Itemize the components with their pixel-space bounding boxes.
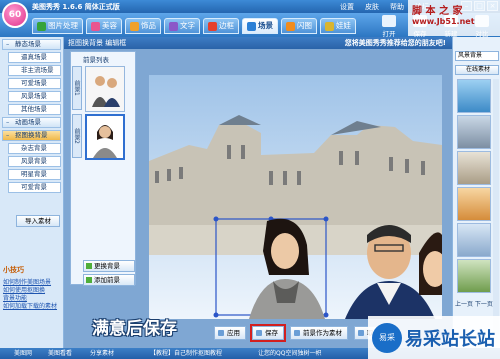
editor-header: 抠图换背景 编辑框 您将美图秀秀推荐给您的朋友吧! <box>64 37 452 49</box>
background-thumbnail[interactable] <box>457 79 491 113</box>
background-thumbnail[interactable] <box>457 115 491 149</box>
app-logo: 60 <box>2 2 28 28</box>
apply-button[interactable]: 应用 <box>214 326 246 340</box>
editor-bottom-actions: 应用 保存 前景作为素材 取消 <box>214 324 386 342</box>
menu-help[interactable]: 帮助 <box>390 2 404 12</box>
watermark-url: www.Jb51.net <box>412 17 475 26</box>
add-foreground-button[interactable]: 添加前景 <box>83 274 135 286</box>
status-link[interactable]: 美图看看 <box>48 348 72 359</box>
background-thumbnail[interactable] <box>457 187 491 221</box>
scene-icon <box>247 21 256 31</box>
feature-tabs: 图片处理 美容 饰品 文字 边框 场景 闪图 娃娃 <box>32 18 356 34</box>
tips-heading: 小技巧 <box>3 266 24 274</box>
category-animated-scene[interactable]: 动画场景 <box>2 117 61 128</box>
category-scenery-bg[interactable]: 风景背景 <box>8 156 61 167</box>
change-background-button[interactable]: 更换背景 <box>83 260 135 272</box>
category-magazine-bg[interactable]: 杂志背景 <box>8 143 61 154</box>
foreground-list-panel: 前景列表 前景1 前景2 更换背景 添加前景 <box>70 51 136 286</box>
category-cute-bg[interactable]: 可爱背景 <box>8 182 61 193</box>
foreground-thumbnail-2[interactable] <box>85 114 125 160</box>
menu-skin[interactable]: 皮肤 <box>365 2 379 12</box>
category-realistic[interactable]: 逼真场景 <box>8 52 61 63</box>
background-category-select[interactable]: 风景背景 <box>455 51 499 61</box>
tab-frame[interactable]: 边框 <box>203 18 239 34</box>
category-star-bg[interactable]: 明星背景 <box>8 169 61 180</box>
category-nonmainstream[interactable]: 非主流场景 <box>8 65 61 76</box>
watermark-jb51: 脚 本 之 家 www.Jb51.net <box>408 0 500 36</box>
background-thumbnail[interactable] <box>457 223 491 257</box>
foreground-as-material-button[interactable]: 前景作为素材 <box>290 326 348 340</box>
background-thumbnail[interactable] <box>457 259 491 293</box>
background-thumbnail[interactable] <box>457 151 491 185</box>
category-static-scene[interactable]: 静态场景 <box>2 39 61 50</box>
instruction-caption: 满意后保存 <box>92 319 177 339</box>
status-link[interactable]: 分享素材 <box>90 348 114 359</box>
watermark-logo-icon: 易采 <box>372 322 402 353</box>
status-link[interactable]: 美图网 <box>14 348 32 359</box>
scene-category-panel: 静态场景 逼真场景 非主流场景 可爱场景 风景场景 其他场景 动画场景 抠图换背… <box>0 37 64 348</box>
background-gallery-panel: 风景背景 在线素材 上一页 下一页 <box>452 37 500 348</box>
doll-icon <box>325 21 334 31</box>
status-link[interactable]: 【教程】自己制作抠图教程 <box>150 348 222 359</box>
watermark-title: 脚 本 之 家 <box>412 6 463 17</box>
category-cute[interactable]: 可爱场景 <box>8 78 61 89</box>
watermark-text: 易采站长站 <box>405 328 495 350</box>
foreground-thumbnail-1[interactable] <box>85 66 125 112</box>
category-cutout-background[interactable]: 抠图换背景 <box>2 130 61 141</box>
flash-icon <box>286 21 295 31</box>
tab-accessory[interactable]: 饰品 <box>125 18 161 34</box>
tab-doll[interactable]: 娃娃 <box>320 18 356 34</box>
scene-image <box>149 75 442 319</box>
text-icon <box>169 21 178 31</box>
status-link[interactable]: 让您的QQ空间独树一帜 <box>258 348 321 359</box>
watermark-yicai: 易采 易采站长站 <box>368 316 500 359</box>
foreground-list-title: 前景列表 <box>83 56 109 64</box>
gallery-scrollbar[interactable] <box>493 79 499 335</box>
category-other[interactable]: 其他场景 <box>8 104 61 115</box>
import-material-button[interactable]: 导入素材 <box>16 215 60 227</box>
accessory-icon <box>130 21 139 31</box>
gallery-pagination[interactable]: 上一页 下一页 <box>455 299 499 309</box>
edit-canvas[interactable] <box>149 75 442 319</box>
menu-settings[interactable]: 设置 <box>340 2 354 12</box>
cutout-editor: 抠图换背景 编辑框 您将美图秀秀推荐给您的朋友吧! 前景列表 前景1 前景2 更… <box>64 37 452 348</box>
app-title: 美图秀秀 1.6.6 简体正式版 <box>32 3 120 11</box>
online-material-button[interactable]: 在线素材 <box>455 65 499 75</box>
image-icon <box>37 21 46 31</box>
tip-link[interactable]: 如何加载下载的素材 <box>3 301 57 310</box>
frame-icon <box>208 21 217 31</box>
category-scenery[interactable]: 风景场景 <box>8 91 61 102</box>
foreground-tab-1[interactable]: 前景1 <box>72 66 82 110</box>
open-button[interactable]: 打开 <box>378 15 400 38</box>
editor-title: 抠图换背景 编辑框 <box>68 39 127 47</box>
tab-beauty[interactable]: 美容 <box>86 18 122 34</box>
tab-image-process[interactable]: 图片处理 <box>32 18 83 34</box>
editor-tip: 您将美图秀秀推荐给您的朋友吧! <box>344 39 446 47</box>
tab-scene[interactable]: 场景 <box>242 18 278 34</box>
tab-text[interactable]: 文字 <box>164 18 200 34</box>
tab-flash[interactable]: 闪图 <box>281 18 317 34</box>
beauty-icon <box>91 21 100 31</box>
folder-icon <box>382 15 396 27</box>
save-button[interactable]: 保存 <box>250 324 286 342</box>
foreground-tab-2[interactable]: 前景2 <box>72 114 82 158</box>
